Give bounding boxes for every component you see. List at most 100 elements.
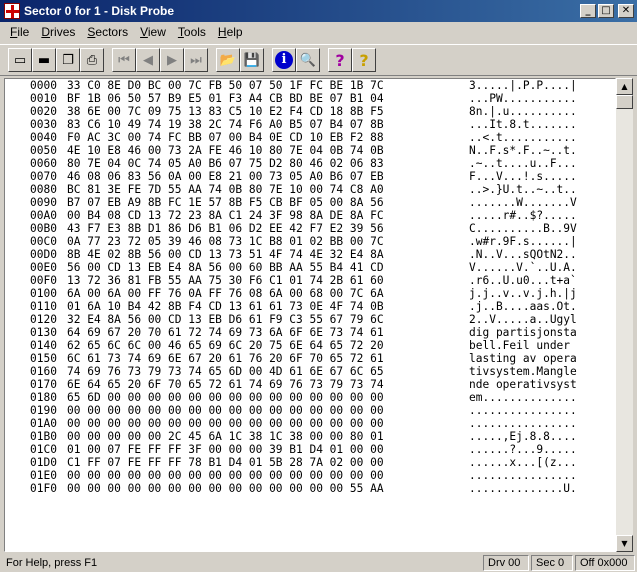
hex-row: 0060 80 7E 04 0C 74 05 A0 B6 07 75 D2 80 … [5,157,605,170]
row-ascii[interactable]: F...V...!.s..... [465,170,605,183]
row-hex-bytes[interactable]: 64 69 67 20 70 61 72 74 69 73 6A 6F 6E 7… [65,326,465,339]
open-button[interactable]: 📂 [216,48,240,72]
scroll-up-button[interactable]: ▲ [616,78,633,95]
row-ascii[interactable]: .r6..U.u0...t+a` [465,274,605,287]
row-hex-bytes[interactable]: 00 00 00 00 00 00 00 00 00 00 00 00 00 0… [65,417,465,430]
row-hex-bytes[interactable]: 74 69 76 73 79 73 74 65 6D 00 4D 61 6E 6… [65,365,465,378]
row-ascii[interactable]: 2..V.....a..Ugyl [465,313,605,326]
menu-view[interactable]: View [134,25,172,39]
context-help-button[interactable]: ? [352,48,376,72]
row-ascii[interactable]: 3.....|.P.P....| [465,79,605,92]
row-hex-bytes[interactable]: 46 08 06 83 56 0A 00 E8 21 00 73 05 A0 B… [65,170,465,183]
previous-sector-button[interactable]: ◀ [136,48,160,72]
row-ascii[interactable]: .....,Ej.8.8.... [465,430,605,443]
row-offset: 0120 [30,313,57,326]
row-hex-bytes[interactable]: 80 7E 04 0C 74 05 A0 B6 07 75 D2 80 46 0… [65,157,465,170]
row-hex-bytes[interactable]: C1 FF 07 FE FF FF 78 B1 D4 01 5B 28 7A 0… [65,456,465,469]
row-hex-bytes[interactable]: 6E 64 65 20 6F 70 65 72 61 74 69 76 73 7… [65,378,465,391]
copy-button[interactable]: ❐ [56,48,80,72]
row-offset: 01D0 [30,456,57,469]
save-button[interactable]: 💾 [240,48,264,72]
row-ascii[interactable]: em.............. [465,391,605,404]
hex-row: 0030 83 C6 10 49 74 19 38 2C 74 F6 A0 B5 … [5,118,605,131]
row-ascii[interactable]: .j..B....aas.Ot. [465,300,605,313]
row-hex-bytes[interactable]: 00 00 00 00 00 00 00 00 00 00 00 00 00 0… [65,469,465,482]
row-ascii[interactable]: ......?...9..... [465,443,605,456]
row-ascii[interactable]: .~..t....u..F... [465,157,605,170]
close-button[interactable]: ✕ [618,4,634,18]
row-ascii[interactable]: .....r#..$?..... [465,209,605,222]
row-hex-bytes[interactable]: 01 00 07 FE FF FF 3F 00 00 00 39 B1 D4 0… [65,443,465,456]
write-sector-button[interactable]: ▬ [32,48,56,72]
row-hex-bytes[interactable]: 43 F7 E3 8B D1 86 D6 B1 06 D2 EE 42 F7 E… [65,222,465,235]
vertical-scrollbar[interactable]: ▲ ▼ [616,78,633,552]
menu-help[interactable]: Help [212,25,249,39]
row-hex-bytes[interactable]: F0 AC 3C 00 74 FC BB 07 00 B4 0E CD 10 E… [65,131,465,144]
next-sector-button[interactable]: ▶ [160,48,184,72]
hex-row: 00D0 8B 4E 02 8B 56 00 CD 13 73 51 4F 74 … [5,248,605,261]
hex-view[interactable]: 0000 33 C0 8E D0 BC 00 7C FB 50 07 50 1F … [4,78,616,552]
row-ascii[interactable]: dig partisjonsta [465,326,605,339]
menu-tools[interactable]: Tools [172,25,212,39]
menu-file[interactable]: File [4,25,35,39]
row-ascii[interactable]: ..............U. [465,482,605,495]
row-hex-bytes[interactable]: 33 C0 8E D0 BC 00 7C FB 50 07 50 1F FC B… [65,79,465,92]
last-sector-button[interactable]: ⏭ [184,48,208,72]
row-hex-bytes[interactable]: 01 6A 10 B4 42 8B F4 CD 13 61 61 73 0E 4… [65,300,465,313]
row-ascii[interactable]: ..<.t........... [465,131,605,144]
search-button[interactable]: 🔍 [296,48,320,72]
drive-icon: ▬ [37,52,51,68]
row-hex-bytes[interactable]: 65 6D 00 00 00 00 00 00 00 00 00 00 00 0… [65,391,465,404]
scroll-thumb[interactable] [616,95,633,109]
row-offset: 01F0 [30,482,57,495]
minimize-button[interactable]: _ [580,4,596,18]
menu-drives[interactable]: Drives [35,25,81,39]
help-button[interactable]: ? [328,48,352,72]
row-ascii[interactable]: ..>.}U.t..~..t.. [465,183,605,196]
row-ascii[interactable]: ................ [465,469,605,482]
row-ascii[interactable]: .......W.......V [465,196,605,209]
row-ascii[interactable]: ................ [465,404,605,417]
row-ascii[interactable]: .N..V...sQOtN2.. [465,248,605,261]
row-hex-bytes[interactable]: 38 6E 00 7C 09 75 13 83 C5 10 E2 F4 CD 1… [65,105,465,118]
row-hex-bytes[interactable]: 6C 61 73 74 69 6E 67 20 61 76 20 6F 70 6… [65,352,465,365]
row-hex-bytes[interactable]: 32 E4 8A 56 00 CD 13 EB D6 61 F9 C3 55 6… [65,313,465,326]
row-ascii[interactable]: ................ [465,417,605,430]
row-hex-bytes[interactable]: BC 81 3E FE 7D 55 AA 74 0B 80 7E 10 00 7… [65,183,465,196]
row-hex-bytes[interactable]: 4E 10 E8 46 00 73 2A FE 46 10 80 7E 04 0… [65,144,465,157]
row-ascii[interactable]: ......x...[(z... [465,456,605,469]
row-ascii[interactable]: nde operativsyst [465,378,605,391]
row-hex-bytes[interactable]: 00 00 00 00 00 00 00 00 00 00 00 00 00 0… [65,404,465,417]
scroll-down-button[interactable]: ▼ [616,535,633,552]
row-hex-bytes[interactable]: 13 72 36 81 FB 55 AA 75 30 F6 C1 01 74 2… [65,274,465,287]
row-hex-bytes[interactable]: 62 65 6C 6C 00 46 65 69 6C 20 75 6E 64 6… [65,339,465,352]
row-ascii[interactable]: V......V.`..U.A. [465,261,605,274]
print-button[interactable]: ⎙ [80,48,104,72]
info-button[interactable]: i [272,48,296,72]
row-ascii[interactable]: 8n.|.u.......... [465,105,605,118]
row-ascii[interactable]: j.j..v..v.j.h.|j [465,287,605,300]
maximize-button[interactable]: □ [598,4,614,18]
menu-sectors[interactable]: Sectors [81,25,134,39]
read-sector-button[interactable]: ▭ [8,48,32,72]
row-hex-bytes[interactable]: 56 00 CD 13 EB E4 8A 56 00 60 BB AA 55 B… [65,261,465,274]
row-hex-bytes[interactable]: 00 B4 08 CD 13 72 23 8A C1 24 3F 98 8A D… [65,209,465,222]
row-hex-bytes[interactable]: B7 07 EB A9 8B FC 1E 57 8B F5 CB BF 05 0… [65,196,465,209]
row-hex-bytes[interactable]: BF 1B 06 50 57 B9 E5 01 F3 A4 CB BD BE 0… [65,92,465,105]
row-hex-bytes[interactable]: 00 00 00 00 00 2C 45 6A 1C 38 1C 38 00 0… [65,430,465,443]
row-ascii[interactable]: ...PW........... [465,92,605,105]
row-ascii[interactable]: lasting av opera [465,352,605,365]
app-icon[interactable] [4,3,20,19]
row-hex-bytes[interactable]: 6A 00 6A 00 FF 76 0A FF 76 08 6A 00 68 0… [65,287,465,300]
row-ascii[interactable]: .w#r.9F.s......| [465,235,605,248]
first-sector-button[interactable]: ⏮ [112,48,136,72]
row-ascii[interactable]: bell.Feil under [465,339,605,352]
row-ascii[interactable]: ...It.8.t....... [465,118,605,131]
row-hex-bytes[interactable]: 00 00 00 00 00 00 00 00 00 00 00 00 00 0… [65,482,465,495]
row-ascii[interactable]: tivsystem.Mangle [465,365,605,378]
row-ascii[interactable]: N..F.s*.F..~..t. [465,144,605,157]
row-hex-bytes[interactable]: 0A 77 23 72 05 39 46 08 73 1C B8 01 02 B… [65,235,465,248]
row-hex-bytes[interactable]: 83 C6 10 49 74 19 38 2C 74 F6 A0 B5 07 B… [65,118,465,131]
row-hex-bytes[interactable]: 8B 4E 02 8B 56 00 CD 13 73 51 4F 74 4E 3… [65,248,465,261]
row-ascii[interactable]: C..........B..9V [465,222,605,235]
